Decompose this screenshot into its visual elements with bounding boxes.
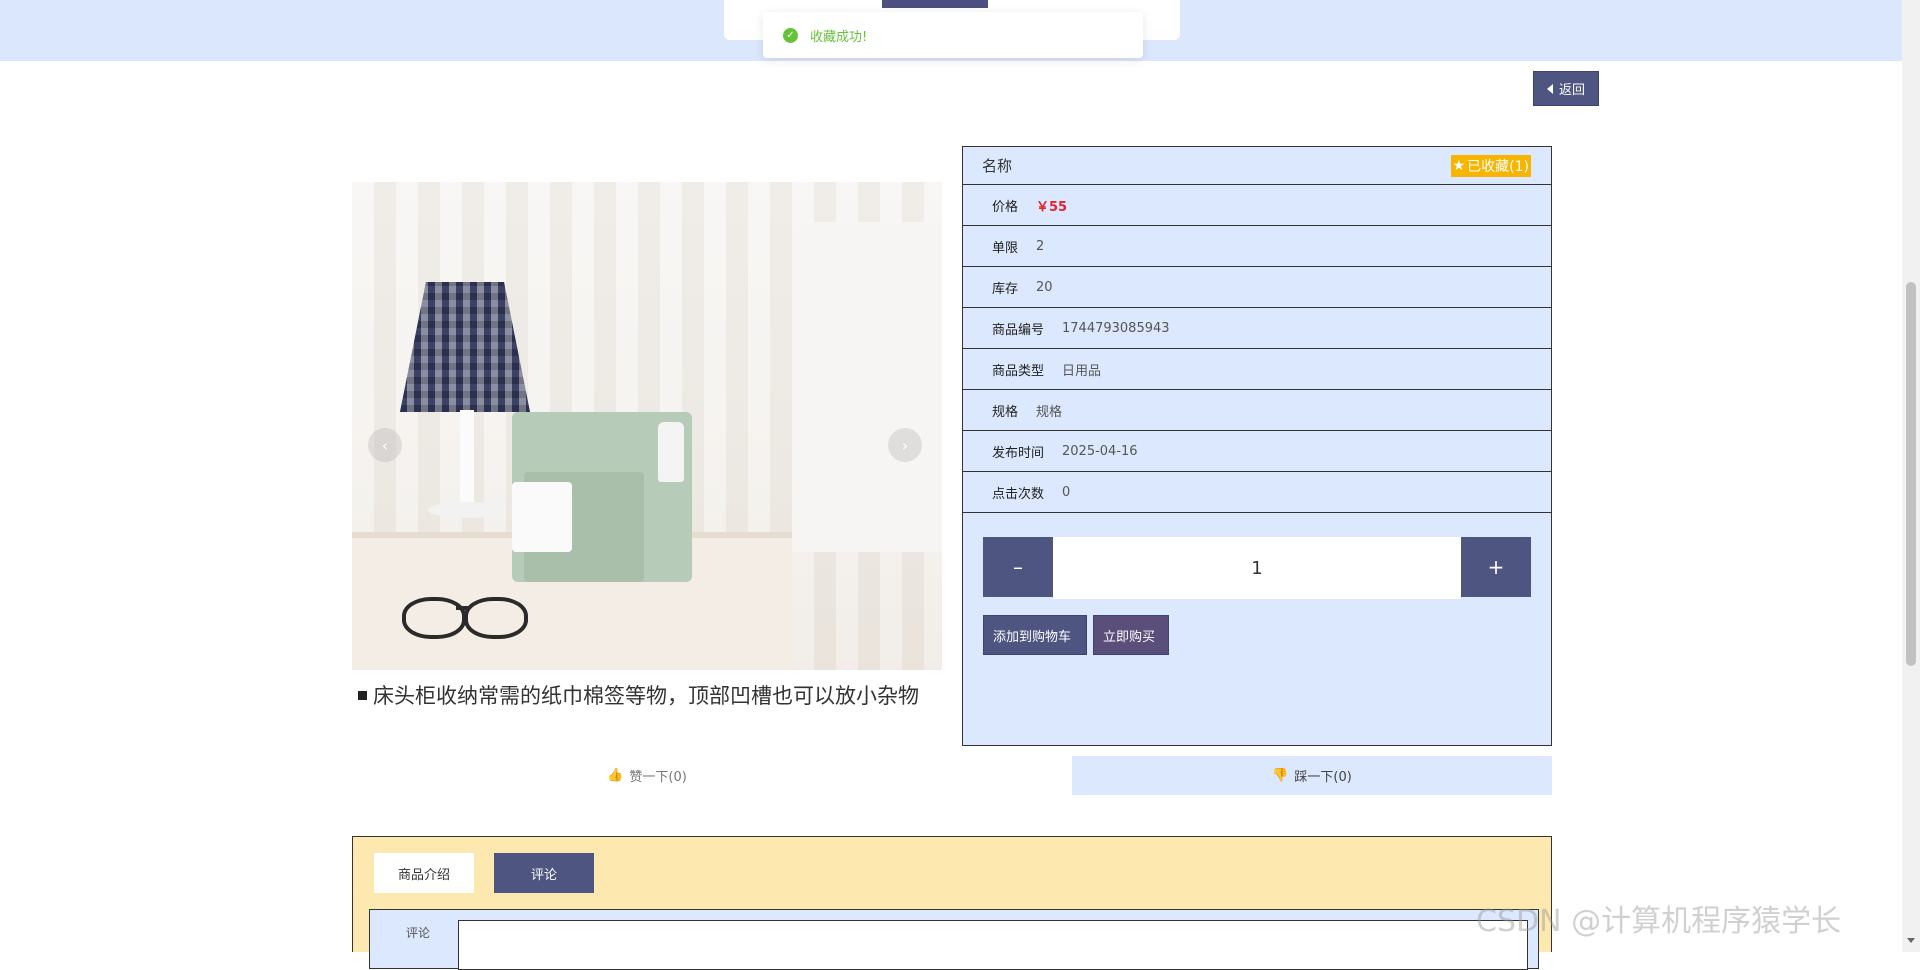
info-row-code: 商品编号 1744793085943 <box>963 308 1551 349</box>
comment-input[interactable] <box>458 920 1528 970</box>
success-toast: ✓ 收藏成功! <box>763 12 1143 58</box>
caret-left-icon <box>1546 83 1553 94</box>
purchase-actions: 添加到购物车 立即购买 <box>983 615 1169 655</box>
header-button[interactable] <box>882 0 988 8</box>
row-label: 商品编号 <box>992 322 1045 338</box>
row-value: 0 <box>1062 484 1071 500</box>
decrease-quantity-button[interactable]: – <box>983 537 1053 597</box>
tab-product-intro[interactable]: 商品介绍 <box>374 853 474 893</box>
detail-tabs-panel: 商品介绍 评论 评论 <box>352 836 1552 970</box>
page-scrollbar[interactable] <box>1902 0 1920 952</box>
info-row-spec: 规格 规格 <box>963 390 1551 431</box>
tissue-image <box>512 482 572 552</box>
tab-content-area: 评论 <box>369 909 1539 970</box>
dislike-label: 踩一下(0) <box>1294 770 1352 785</box>
collect-label: 已收藏(1) <box>1467 158 1529 175</box>
thumbs-up-icon: 👍 <box>607 768 624 783</box>
product-image-carousel[interactable]: ‹ › <box>352 182 942 670</box>
scrollbar-thumb[interactable] <box>1906 282 1916 666</box>
row-label: 库存 <box>992 281 1019 297</box>
row-value: 1744793085943 <box>1062 320 1170 336</box>
like-label: 赞一下(0) <box>629 770 687 785</box>
row-label: 发布时间 <box>992 445 1045 461</box>
price-value: ￥55 <box>1036 199 1068 215</box>
quantity-input[interactable] <box>1053 537 1461 599</box>
like-button[interactable]: 👍 赞一下(0) <box>352 756 942 795</box>
dislike-button[interactable]: 👎 踩一下(0) <box>1072 756 1552 795</box>
carousel-prev-button[interactable]: ‹ <box>368 428 402 462</box>
info-row-clicks: 点击次数 0 <box>963 472 1551 513</box>
info-row-limit: 单限 2 <box>963 226 1551 267</box>
scroll-down-arrow-icon[interactable] <box>1907 938 1915 943</box>
product-name-label: 名称 <box>982 157 1013 175</box>
buy-now-button[interactable]: 立即购买 <box>1093 615 1169 655</box>
bullet-square-icon <box>358 690 367 700</box>
glasses-bridge <box>456 606 468 610</box>
bed-image-part <box>792 222 942 552</box>
tab-comment[interactable]: 评论 <box>494 853 594 893</box>
thumbs-down-icon: 👎 <box>1272 768 1289 783</box>
glasses-left-lens <box>402 597 466 639</box>
row-label: 商品类型 <box>992 363 1045 379</box>
collect-button[interactable]: ★ 已收藏(1) <box>1450 154 1531 177</box>
row-label: 点击次数 <box>992 486 1045 502</box>
csdn-watermark: CSDN @计算机程序猿学长 <box>1476 904 1842 939</box>
comment-field-label: 评论 <box>406 926 431 940</box>
row-label: 规格 <box>992 404 1019 420</box>
quantity-stepper: – + <box>983 537 1531 599</box>
check-circle-icon: ✓ <box>783 27 798 43</box>
product-name-row: 名称 ★ 已收藏(1) <box>963 147 1551 185</box>
lamp-stem-image <box>460 410 474 510</box>
back-button-label: 返回 <box>1558 83 1585 98</box>
toast-message: 收藏成功! <box>810 29 868 45</box>
info-row-price: 价格 ￥55 <box>963 185 1551 226</box>
increase-quantity-button[interactable]: + <box>1461 537 1531 597</box>
info-row-stock: 库存 20 <box>963 267 1551 308</box>
row-label: 单限 <box>992 240 1019 256</box>
glasses-right-lens <box>464 597 528 639</box>
back-button[interactable]: 返回 <box>1533 71 1599 106</box>
image-caption: 床头柜收纳常需的纸巾棉签等物，顶部凹槽也可以放小杂物 <box>352 678 942 712</box>
bottle-image <box>658 422 684 482</box>
info-row-type: 商品类型 日用品 <box>963 349 1551 390</box>
add-to-cart-button[interactable]: 添加到购物车 <box>983 615 1087 655</box>
row-label: 价格 <box>992 199 1019 215</box>
row-value: 2 <box>1036 238 1045 254</box>
lamp-base-image <box>428 502 506 518</box>
carousel-next-button[interactable]: › <box>888 428 922 462</box>
product-info-panel: 名称 ★ 已收藏(1) 价格 ￥55 单限 2 库存 20 商品编号 17447… <box>962 146 1552 746</box>
info-row-date: 发布时间 2025-04-16 <box>963 431 1551 472</box>
row-value: 20 <box>1036 279 1053 295</box>
row-value: 日用品 <box>1062 363 1102 379</box>
star-icon: ★ <box>1452 157 1466 174</box>
row-value: 2025-04-16 <box>1062 443 1138 459</box>
caption-text: 床头柜收纳常需的纸巾棉签等物，顶部凹槽也可以放小杂物 <box>373 684 919 708</box>
row-value: 规格 <box>1036 404 1063 420</box>
